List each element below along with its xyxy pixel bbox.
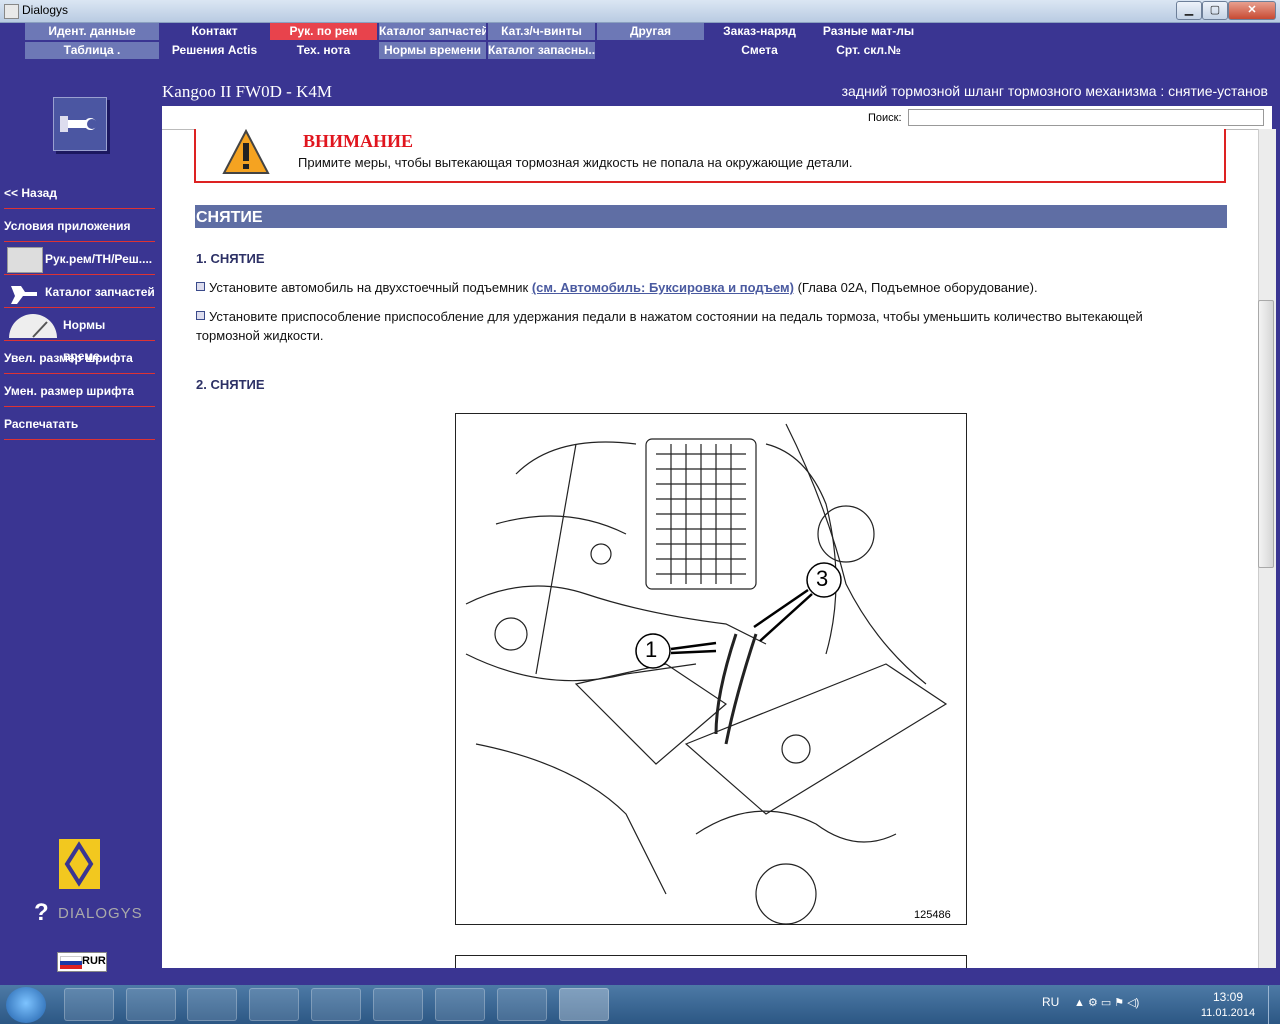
sidebar-decrease-font[interactable]: Умен. размер шрифта <box>4 376 155 407</box>
paragraph-1: Установите автомобиль на двухстоечный по… <box>196 278 1226 297</box>
z-app-icon[interactable] <box>497 988 547 1021</box>
section-header <box>195 205 1227 228</box>
step-1-heading: 1. СНЯТИЕ <box>196 251 265 266</box>
start-button[interactable] <box>6 987 46 1023</box>
menu-parts-catalog[interactable]: Каталог запчастей <box>379 23 486 40</box>
section-title: СНЯТИЕ <box>196 209 263 226</box>
menu-repair-manual[interactable]: Рук. по рем <box>270 23 377 40</box>
menu-work-order[interactable]: Заказ-наряд <box>706 23 813 40</box>
menu-tech-note[interactable]: Тех. нота <box>270 42 377 59</box>
vehicle-title: Kangoo II FW0D - K4M <box>162 82 332 101</box>
menu-spare-catalog[interactable]: Каталог запасны... <box>488 42 595 59</box>
ie-icon[interactable] <box>64 988 114 1021</box>
menu-labour-times[interactable]: Нормы времени <box>379 42 486 59</box>
chrome-icon[interactable] <box>249 988 299 1021</box>
sidebar-application-conditions[interactable]: Условия приложения <box>4 211 155 242</box>
close-button[interactable]: ✕ <box>1228 1 1276 20</box>
callout-1: 1 <box>645 637 658 662</box>
sidebar-parts-catalog[interactable]: Каталог запчастей <box>4 277 155 308</box>
sidebar-item-label: Каталог запчастей <box>45 285 155 299</box>
menu-ident-data[interactable]: Идент. данные <box>25 23 159 40</box>
menu-contact[interactable]: Контакт <box>161 23 268 40</box>
next-figure <box>455 955 967 968</box>
sidebar-increase-font[interactable]: Увел. размер шрифта <box>4 343 155 374</box>
tray-icons[interactable]: ▲ ⚙ ▭ ⚑ ◁) <box>1074 996 1139 1009</box>
scrollbar-thumb[interactable] <box>1258 300 1274 568</box>
technical-figure: 1 3 125486 <box>455 413 967 925</box>
warning-icon <box>222 128 270 175</box>
help-icon[interactable]: ? <box>34 900 56 926</box>
menu-other[interactable]: Другая <box>597 23 704 40</box>
show-desktop-button[interactable] <box>1268 986 1280 1024</box>
yandex-icon[interactable] <box>373 988 423 1021</box>
menu-table[interactable]: Таблица . <box>25 42 159 59</box>
menu-estimate[interactable]: Смета <box>706 42 813 59</box>
minimize-button[interactable]: ▁ <box>1176 1 1202 20</box>
language-indicator[interactable]: RU <box>1042 995 1059 1009</box>
parts-icon <box>7 280 41 304</box>
repair-tool-icon <box>53 97 107 151</box>
menu-actis-solutions[interactable]: Решения Actis <box>161 42 268 59</box>
dialogys-brand: DIALOGYS <box>58 905 143 922</box>
sidebar-back[interactable]: << Назад <box>4 178 155 209</box>
renault-logo <box>59 839 100 889</box>
app-icon <box>4 4 19 19</box>
explorer-icon[interactable] <box>126 988 176 1021</box>
warning-text: Примите меры, чтобы вытекающая тормозная… <box>298 155 853 170</box>
sidebar-labour-times[interactable]: Нормы време... <box>4 310 155 363</box>
currency-selector[interactable]: RUR <box>57 952 107 972</box>
title-bar: Dialogys ▁ ▢ ✕ <box>0 0 1280 23</box>
search-input[interactable] <box>908 109 1264 126</box>
window-title: Dialogys <box>22 3 69 17</box>
step-2-heading: 2. СНЯТИЕ <box>196 377 265 392</box>
kaspersky-icon[interactable] <box>311 988 361 1021</box>
java-app-icon[interactable] <box>559 988 609 1021</box>
sidebar-item-label: Рук.рем/ТН/Реш.... <box>45 252 153 266</box>
bullet-icon <box>196 282 205 291</box>
audio-icon[interactable] <box>435 988 485 1021</box>
sidebar-repair-manual[interactable]: Рук.рем/ТН/Реш.... <box>4 244 155 275</box>
menu-misc-materials[interactable]: Разные мат-лы <box>815 23 922 40</box>
clock-date: 11.01.2014 <box>1200 1007 1256 1019</box>
gauge-icon <box>7 312 59 338</box>
figure-number: 125486 <box>914 909 951 921</box>
menu-stock-no[interactable]: Срт. скл.№ <box>815 42 922 59</box>
media-player-icon[interactable] <box>187 988 237 1021</box>
procedure-title: задний тормозной шланг тормозного механи… <box>841 83 1268 99</box>
sidebar-print[interactable]: Распечатать <box>4 409 155 440</box>
bullet-icon <box>196 311 205 320</box>
wrench-icon <box>7 247 43 273</box>
callout-3: 3 <box>816 566 829 591</box>
lift-link[interactable]: (см. Автомобиль: Буксировка и подъем) <box>532 280 794 295</box>
search-label: Поиск: <box>868 112 902 124</box>
currency-label: RUR <box>82 955 106 967</box>
brake-hose-drawing <box>465 423 948 924</box>
warning-title: ВНИМАНИЕ <box>303 131 414 151</box>
maximize-button[interactable]: ▢ <box>1202 1 1228 20</box>
paragraph-2: Установите приспособление приспособление… <box>196 309 1143 343</box>
clock-time: 13:09 <box>1212 990 1244 1004</box>
menu-parts-screws[interactable]: Кат.з/ч-винты <box>488 23 595 40</box>
